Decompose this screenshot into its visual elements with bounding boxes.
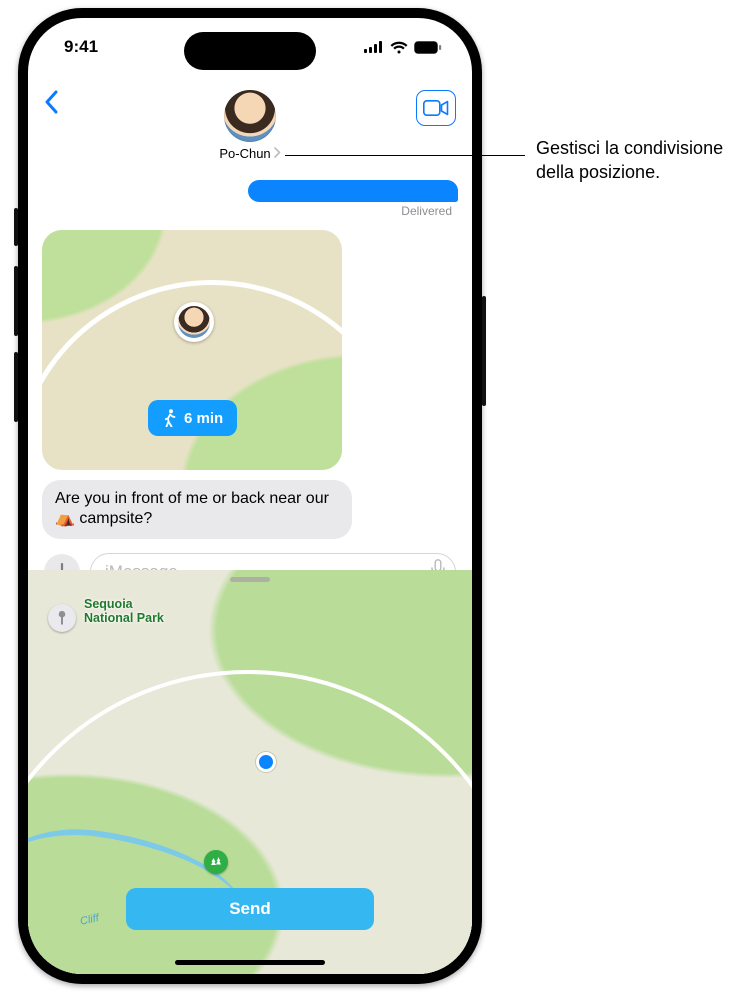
mute-switch (14, 208, 18, 246)
walking-icon (162, 409, 176, 427)
incoming-message[interactable]: Are you in front of me or back near our … (42, 480, 352, 539)
status-time: 9:41 (64, 37, 98, 57)
screen: 9:41 Po-Chun (28, 18, 472, 974)
contact-avatar[interactable] (224, 90, 276, 142)
eta-text: 6 min (184, 410, 223, 427)
shared-location-bubble[interactable]: 6 min (42, 230, 342, 470)
callout-text: Gestisci la condivisione della posizione… (536, 136, 736, 185)
conversation-header: Po-Chun (28, 76, 472, 172)
video-icon (423, 100, 449, 116)
park-poi-badge[interactable] (204, 850, 228, 874)
callout-leader-line (285, 155, 525, 156)
poi-label-sequoia: Sequoia National Park (84, 598, 184, 626)
chevron-left-icon (44, 90, 58, 114)
outgoing-message-stub[interactable] (248, 180, 458, 202)
chevron-right-icon (274, 146, 281, 161)
volume-up (14, 266, 18, 336)
home-indicator[interactable] (175, 960, 325, 965)
eta-chip[interactable]: 6 min (148, 400, 237, 436)
facetime-button[interactable] (416, 90, 456, 126)
volume-down (14, 352, 18, 422)
cellular-icon (364, 41, 384, 53)
contact-name: Po-Chun (219, 146, 270, 161)
tray-grabber[interactable] (230, 577, 270, 582)
trees-icon (210, 856, 222, 868)
battery-icon (414, 41, 442, 54)
contact-location-pin (174, 302, 214, 342)
current-location-dot (256, 752, 276, 772)
delivered-label: Delivered (42, 204, 458, 218)
wifi-icon (390, 41, 408, 54)
send-label: Send (229, 899, 271, 919)
side-button (482, 296, 486, 406)
contact-name-button[interactable]: Po-Chun (219, 146, 280, 161)
back-button[interactable] (44, 90, 84, 119)
dynamic-island (184, 32, 316, 70)
dropped-pin-button[interactable] (48, 604, 76, 632)
contact-location-avatar (178, 306, 210, 338)
pin-icon (55, 611, 69, 625)
location-picker-tray[interactable]: Sequoia National Park Cliff Send (28, 570, 472, 974)
send-location-button[interactable]: Send (126, 888, 374, 930)
